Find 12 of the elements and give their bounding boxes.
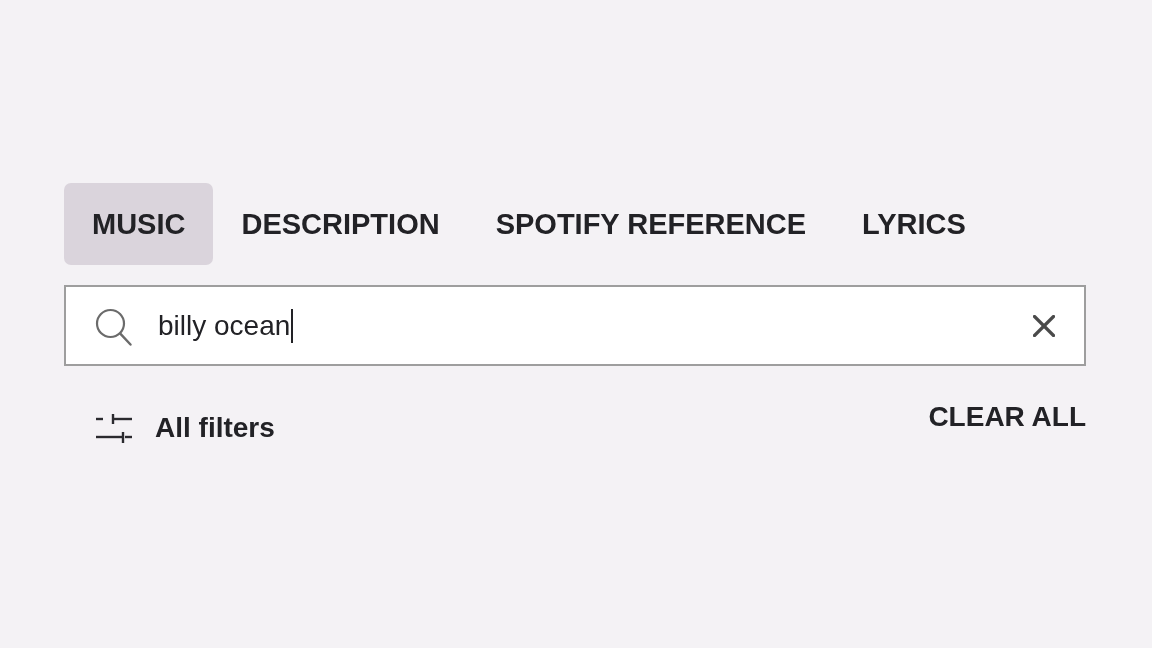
search-icon xyxy=(95,308,132,346)
close-icon xyxy=(1033,314,1055,337)
search-text: billy ocean xyxy=(158,308,294,343)
all-filters-button[interactable]: All filters xyxy=(96,412,275,444)
tab[interactable]: SPOTIFY REFERENCE xyxy=(467,183,835,265)
filter-icon xyxy=(96,413,132,443)
search-field[interactable]: billy ocean xyxy=(64,285,1086,366)
tab[interactable]: DESCRIPTION xyxy=(213,183,468,265)
tab[interactable]: LYRICS xyxy=(834,183,994,265)
tab[interactable]: MUSIC xyxy=(64,183,214,265)
clear-all-button[interactable]: CLEAR ALL xyxy=(928,401,1086,433)
clear-search-button[interactable] xyxy=(1033,314,1055,337)
